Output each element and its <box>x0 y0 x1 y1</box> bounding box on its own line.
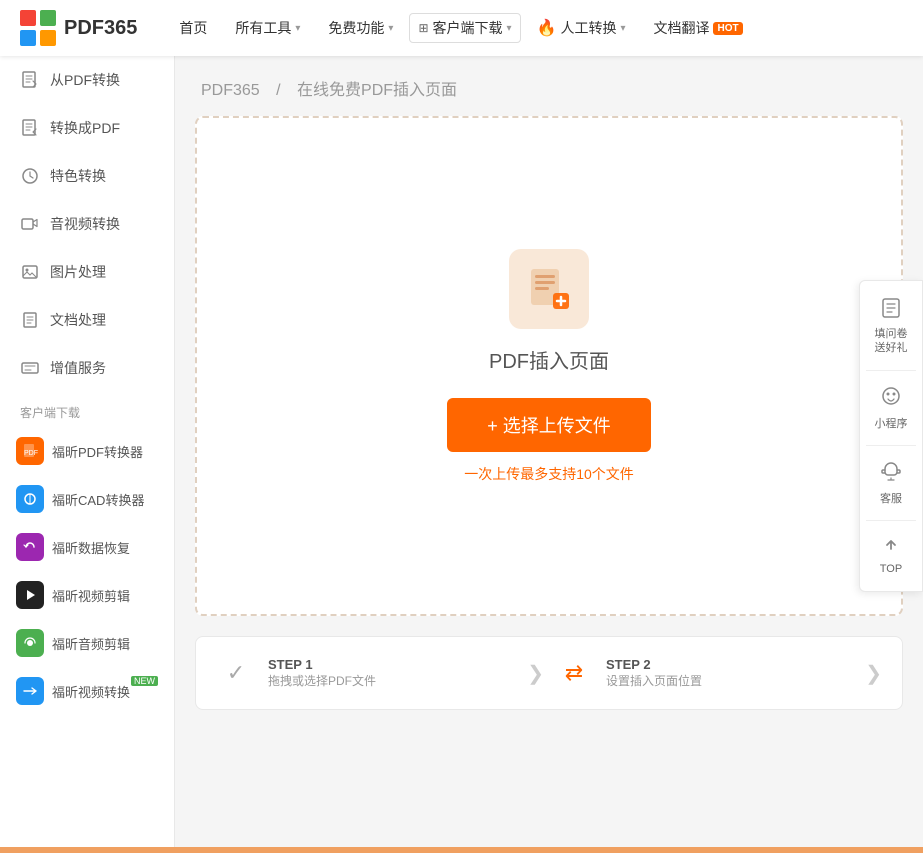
sidebar-item-vip[interactable]: 增值服务 <box>0 344 174 392</box>
nav-tools[interactable]: 所有工具 ▾ <box>223 12 312 44</box>
sidebar-app-pdf[interactable]: PDF 福昕PDF转换器 <box>0 427 174 475</box>
video-edit-app-name: 福昕视频剪辑 <box>52 586 130 605</box>
vip-icon <box>20 358 40 378</box>
step-2: ⇄ STEP 2 设置插入页面位置 <box>554 653 855 693</box>
step2-desc: 设置插入页面位置 <box>606 672 702 689</box>
image-icon <box>20 262 40 282</box>
nav-human[interactable]: 🔥 人工转换 ▾ <box>525 12 638 44</box>
rp-survey[interactable]: 填问卷送好礼 <box>860 289 922 364</box>
step1-icon: ✓ <box>216 653 256 693</box>
step1-desc: 拖拽或选择PDF文件 <box>268 672 376 689</box>
main-content: PDF365 / 在线免费PDF插入页面 PDF插入页面 + 选择上传文件 一次 <box>175 56 923 853</box>
step-arrow-1: ❯ <box>527 661 544 686</box>
step-1: ✓ STEP 1 拖拽或选择PDF文件 <box>216 653 517 693</box>
step1-num: STEP 1 <box>268 657 376 672</box>
video-convert-app-icon <box>16 677 44 705</box>
layout: 从PDF转换 转换成PDF 特色转换 <box>0 56 923 853</box>
audio-edit-app-icon <box>16 629 44 657</box>
nav: 首页 所有工具 ▾ 免费功能 ▾ ⊞ 客户端下载 ▾ 🔥 人工转换 ▾ 文档翻译… <box>167 12 903 44</box>
rp-service[interactable]: 客服 <box>860 452 922 514</box>
top-icon <box>881 535 901 561</box>
step2-icon: ⇄ <box>554 653 594 693</box>
nav-human-arrow: ▾ <box>620 23 625 34</box>
from-pdf-icon <box>20 70 40 90</box>
miniapp-label: 小程序 <box>875 415 908 431</box>
video-edit-app-icon <box>16 581 44 609</box>
logo[interactable]: PDF365 <box>20 10 137 46</box>
step2-text: STEP 2 设置插入页面位置 <box>606 657 702 689</box>
steps: ✓ STEP 1 拖拽或选择PDF文件 ❯ ⇄ STEP 2 设置插入页面位置 … <box>195 636 903 710</box>
audio-edit-app-name: 福昕音频剪辑 <box>52 634 130 653</box>
video-convert-app-name: 福昕视频转换 NEW <box>52 682 130 701</box>
breadcrumb: PDF365 / 在线免费PDF插入页面 <box>195 76 903 100</box>
doc-icon <box>20 310 40 330</box>
upload-hint: 一次上传最多支持10个文件 <box>464 464 634 484</box>
service-label: 客服 <box>880 490 902 506</box>
fire-icon: 🔥 <box>537 18 557 38</box>
top-label: TOP <box>880 563 902 575</box>
sidebar-app-video-edit[interactable]: 福昕视频剪辑 <box>0 571 174 619</box>
miniapp-icon <box>880 385 902 413</box>
sidebar-app-cad[interactable]: 福昕CAD转换器 <box>0 475 174 523</box>
rp-divider-3 <box>866 520 916 521</box>
pdf-app-icon: PDF <box>16 437 44 465</box>
step1-text: STEP 1 拖拽或选择PDF文件 <box>268 657 376 689</box>
nav-home[interactable]: 首页 <box>167 12 219 44</box>
survey-icon <box>880 297 902 325</box>
sidebar-section-download: 客户端下载 <box>0 392 174 427</box>
nav-translate[interactable]: 文档翻译 HOT <box>641 12 754 44</box>
upload-area[interactable]: PDF插入页面 + 选择上传文件 一次上传最多支持10个文件 <box>195 116 903 616</box>
bottom-scroll-bar[interactable] <box>0 847 923 853</box>
svg-text:PDF: PDF <box>24 450 38 457</box>
rp-top[interactable]: TOP <box>860 527 922 583</box>
sidebar-app-video-convert[interactable]: 福昕视频转换 NEW <box>0 667 174 715</box>
rp-divider-1 <box>866 370 916 371</box>
hot-badge: HOT <box>713 22 742 35</box>
sidebar-item-special[interactable]: 特色转换 <box>0 152 174 200</box>
cad-app-icon <box>16 485 44 513</box>
upload-button[interactable]: + 选择上传文件 <box>447 398 651 452</box>
video-icon <box>20 214 40 234</box>
sidebar-item-to-pdf[interactable]: 转换成PDF <box>0 104 174 152</box>
recovery-app-name: 福昕数据恢复 <box>52 538 130 557</box>
sidebar-item-image[interactable]: 图片处理 <box>0 248 174 296</box>
header: PDF365 首页 所有工具 ▾ 免费功能 ▾ ⊞ 客户端下载 ▾ 🔥 人工转换… <box>0 0 923 56</box>
breadcrumb-sep: / <box>276 82 285 99</box>
survey-label: 填问卷送好礼 <box>875 327 908 356</box>
nav-free[interactable]: 免费功能 ▾ <box>316 12 405 44</box>
logo-text: PDF365 <box>64 17 137 40</box>
rp-miniapp[interactable]: 小程序 <box>860 377 922 439</box>
rp-divider-2 <box>866 445 916 446</box>
to-pdf-icon <box>20 118 40 138</box>
service-icon <box>880 460 902 488</box>
nav-download[interactable]: ⊞ 客户端下载 ▾ <box>409 13 520 43</box>
cad-app-name: 福昕CAD转换器 <box>52 490 144 509</box>
sidebar-item-from-pdf[interactable]: 从PDF转换 <box>0 56 174 104</box>
nav-free-arrow: ▾ <box>388 23 393 34</box>
sidebar-app-recovery[interactable]: 福昕数据恢复 <box>0 523 174 571</box>
nav-tools-arrow: ▾ <box>295 23 300 34</box>
new-badge: NEW <box>131 676 158 686</box>
download-icon: ⊞ <box>418 21 428 35</box>
sidebar: 从PDF转换 转换成PDF 特色转换 <box>0 56 175 853</box>
upload-title: PDF插入页面 <box>489 345 609 374</box>
right-panel: 填问卷送好礼 小程序 客服 TOP <box>859 280 923 592</box>
upload-icon-box <box>509 249 589 329</box>
sidebar-app-audio-edit[interactable]: 福昕音频剪辑 <box>0 619 174 667</box>
step2-num: STEP 2 <box>606 657 702 672</box>
sidebar-item-video[interactable]: 音视频转换 <box>0 200 174 248</box>
step-arrow-2: ❯ <box>865 661 882 686</box>
nav-download-arrow: ▾ <box>507 23 512 34</box>
sidebar-item-doc[interactable]: 文档处理 <box>0 296 174 344</box>
special-icon <box>20 166 40 186</box>
pdf-app-name: 福昕PDF转换器 <box>52 442 143 461</box>
recovery-app-icon <box>16 533 44 561</box>
